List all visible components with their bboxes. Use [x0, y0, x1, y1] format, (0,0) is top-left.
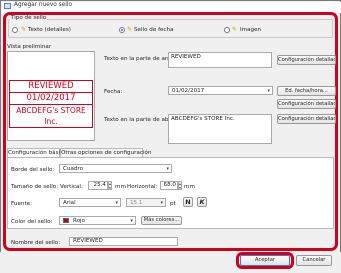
app-icon	[4, 3, 11, 9]
option-image-label[interactable]: Imagen	[240, 27, 261, 33]
horizontal-label: Horizontal:	[127, 184, 158, 190]
stamp-preview: REVIEWED 01/02/2017 ABCDEFG's STORE Inc.	[9, 80, 93, 128]
bottom-text-input[interactable]: ABCDEFG's STORE Inc.	[168, 114, 272, 144]
image-stamp-icon: ✎	[232, 26, 238, 33]
date-stamp-icon: ✎	[127, 26, 133, 33]
radio-image-stamp[interactable]	[224, 27, 230, 33]
date-detail-button[interactable]: Configuración detallada	[277, 99, 336, 109]
color-swatch	[63, 218, 69, 223]
ok-button[interactable]: Aceptar	[240, 255, 290, 266]
chevron-down-icon: ▾	[267, 88, 270, 94]
option-text-label[interactable]: Texto (detalles)	[28, 27, 71, 33]
horizontal-unit: mm	[184, 184, 195, 190]
top-text-detail-button[interactable]: Configuración detallada	[277, 55, 336, 65]
radio-date-stamp[interactable]	[119, 27, 125, 33]
vertical-input[interactable]: 25.4	[88, 181, 108, 190]
tab-basic-settings[interactable]: Configuración básica	[7, 148, 67, 157]
bold-button[interactable]: N	[183, 197, 193, 207]
color-select[interactable]: Rojo ▾	[59, 216, 136, 225]
preview-line-date: 01/02/2017	[10, 93, 92, 105]
horizontal-value: 68.0	[163, 182, 176, 188]
horizontal-spinner[interactable]: ▴ ▾	[178, 181, 182, 190]
date-label: Fecha:	[104, 89, 123, 95]
date-value: 01/02/2017	[172, 88, 205, 94]
name-value: REVIEWED	[73, 238, 103, 244]
more-colors-button[interactable]: Más colores...	[141, 216, 182, 225]
tab-other-settings[interactable]: Otras opciones de configuración	[60, 148, 151, 157]
text-stamp-icon: ✎	[21, 26, 27, 33]
name-input[interactable]: REVIEWED	[69, 237, 178, 246]
border-value: Cuadro	[63, 166, 84, 172]
top-text-value: REVIEWED	[171, 54, 201, 60]
radio-text-stamp[interactable]	[12, 27, 18, 33]
font-size-value: 15.1	[130, 200, 143, 206]
bottom-text-value: ABCDEFG's STORE Inc.	[171, 116, 235, 122]
top-text-input[interactable]: REVIEWED	[168, 52, 272, 68]
chevron-down-icon: ▾	[166, 166, 169, 172]
font-size-unit: pt	[170, 201, 176, 207]
font-value: Arial	[63, 200, 76, 206]
option-date-label[interactable]: Sello de fecha	[134, 27, 174, 33]
date-select[interactable]: 01/02/2017 ▾	[168, 86, 273, 95]
color-value: Rojo	[73, 218, 86, 224]
vertical-spinner[interactable]: ▴ ▾	[108, 181, 112, 190]
color-label: Color del sello:	[11, 219, 53, 225]
font-size-select[interactable]: 15.1 ▾	[126, 198, 166, 207]
size-label: Tamaño de sello:	[11, 184, 59, 190]
font-select[interactable]: Arial ▾	[59, 198, 121, 207]
chevron-down-icon: ▾	[160, 200, 163, 206]
cancel-button[interactable]: Cancelar	[296, 255, 332, 266]
vertical-value: 25.4	[93, 182, 106, 188]
chevron-down-icon: ▾	[115, 200, 118, 206]
preview-box: REVIEWED 01/02/2017 ABCDEFG's STORE Inc.	[7, 51, 95, 141]
chevron-down-icon: ▾	[130, 218, 133, 224]
border-select[interactable]: Cuadro ▾	[59, 164, 172, 173]
window-title: Agregar nuevo sello	[14, 2, 73, 8]
preview-label: Vista preliminar	[7, 44, 52, 50]
italic-button[interactable]: K	[197, 197, 207, 207]
horizontal-input[interactable]: 68.0	[160, 181, 178, 190]
bottom-text-detail-button[interactable]: Configuración detallada	[277, 114, 336, 124]
date-format-button[interactable]: Ed. fecha/hora...	[277, 86, 336, 96]
font-label: Fuente:	[11, 201, 32, 207]
preview-line-top: REVIEWED	[10, 81, 92, 93]
vertical-unit: mm	[115, 184, 126, 190]
preview-line-bottom: ABCDEFG's STORE Inc.	[16, 106, 86, 126]
vertical-label: Vertical:	[60, 184, 83, 190]
border-label: Borde del sello:	[11, 167, 55, 173]
stamp-type-legend: Tipo de sello	[10, 15, 48, 21]
name-label: Nombre del sello:	[11, 240, 61, 246]
